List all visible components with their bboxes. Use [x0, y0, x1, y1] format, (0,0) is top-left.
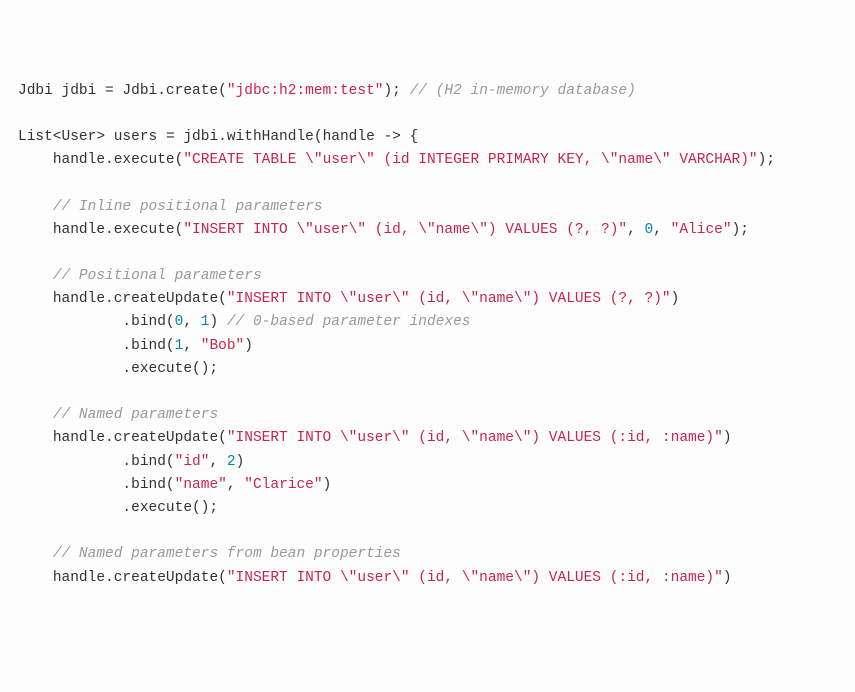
code-token: 2 [227, 454, 236, 470]
code-token: // 0-based parameter indexes [227, 314, 471, 330]
code-token: ) [671, 291, 680, 307]
code-token: "name" [175, 477, 227, 493]
code-token: // (H2 in-memory database) [410, 83, 636, 99]
code-token: .bind( [122, 477, 174, 493]
code-token: = jdbi.withHandle(handle -> { [166, 129, 418, 145]
code-token: handle.createUpdate( [53, 570, 227, 586]
code-token: "CREATE TABLE \"user\" (id INTEGER PRIMA… [183, 152, 757, 168]
code-token: .execute(); [122, 361, 218, 377]
code-token: ) [323, 477, 332, 493]
code-token: ); [732, 222, 749, 238]
code-token: , [183, 314, 200, 330]
code-token: = Jdbi.create( [105, 83, 227, 99]
code-token: , [209, 454, 226, 470]
code-token: .bind( [122, 314, 174, 330]
code-token: , [627, 222, 644, 238]
code-block: Jdbi jdbi = Jdbi.create("jdbc:h2:mem:tes… [18, 80, 855, 590]
code-token: handle.createUpdate( [53, 291, 227, 307]
code-token: ); [758, 152, 775, 168]
code-token: ) [723, 430, 732, 446]
code-token: ) [209, 314, 226, 330]
code-token: handle.createUpdate( [53, 430, 227, 446]
code-token: "Alice" [671, 222, 732, 238]
code-token: "Clarice" [244, 477, 322, 493]
code-token: ) [244, 338, 253, 354]
code-token: "jdbc:h2:mem:test" [227, 83, 384, 99]
code-token: handle.execute( [53, 222, 184, 238]
code-token: , [183, 338, 200, 354]
code-token: 0 [645, 222, 654, 238]
code-token: .bind( [122, 338, 174, 354]
code-token: "INSERT INTO \"user\" (id, \"name\") VAL… [227, 570, 723, 586]
code-token: "id" [175, 454, 210, 470]
code-token: ); [383, 83, 409, 99]
code-token: "INSERT INTO \"user\" (id, \"name\") VAL… [227, 430, 723, 446]
code-token: ) [723, 570, 732, 586]
code-token: Jdbi jdbi [18, 83, 105, 99]
code-token: // Named parameters from bean properties [53, 546, 401, 562]
code-token: // Inline positional parameters [53, 199, 323, 215]
code-token: .bind( [122, 454, 174, 470]
code-token: "INSERT INTO \"user\" (id, \"name\") VAL… [227, 291, 671, 307]
code-token: .execute(); [122, 500, 218, 516]
code-token: , [653, 222, 670, 238]
code-token: ) [236, 454, 245, 470]
code-token: , [227, 477, 244, 493]
code-token: // Named parameters [53, 407, 218, 423]
code-token: // Positional parameters [53, 268, 262, 284]
code-token: List<User> users [18, 129, 166, 145]
code-token: handle.execute( [53, 152, 184, 168]
code-token: "Bob" [201, 338, 245, 354]
code-token: "INSERT INTO \"user\" (id, \"name\") VAL… [183, 222, 627, 238]
